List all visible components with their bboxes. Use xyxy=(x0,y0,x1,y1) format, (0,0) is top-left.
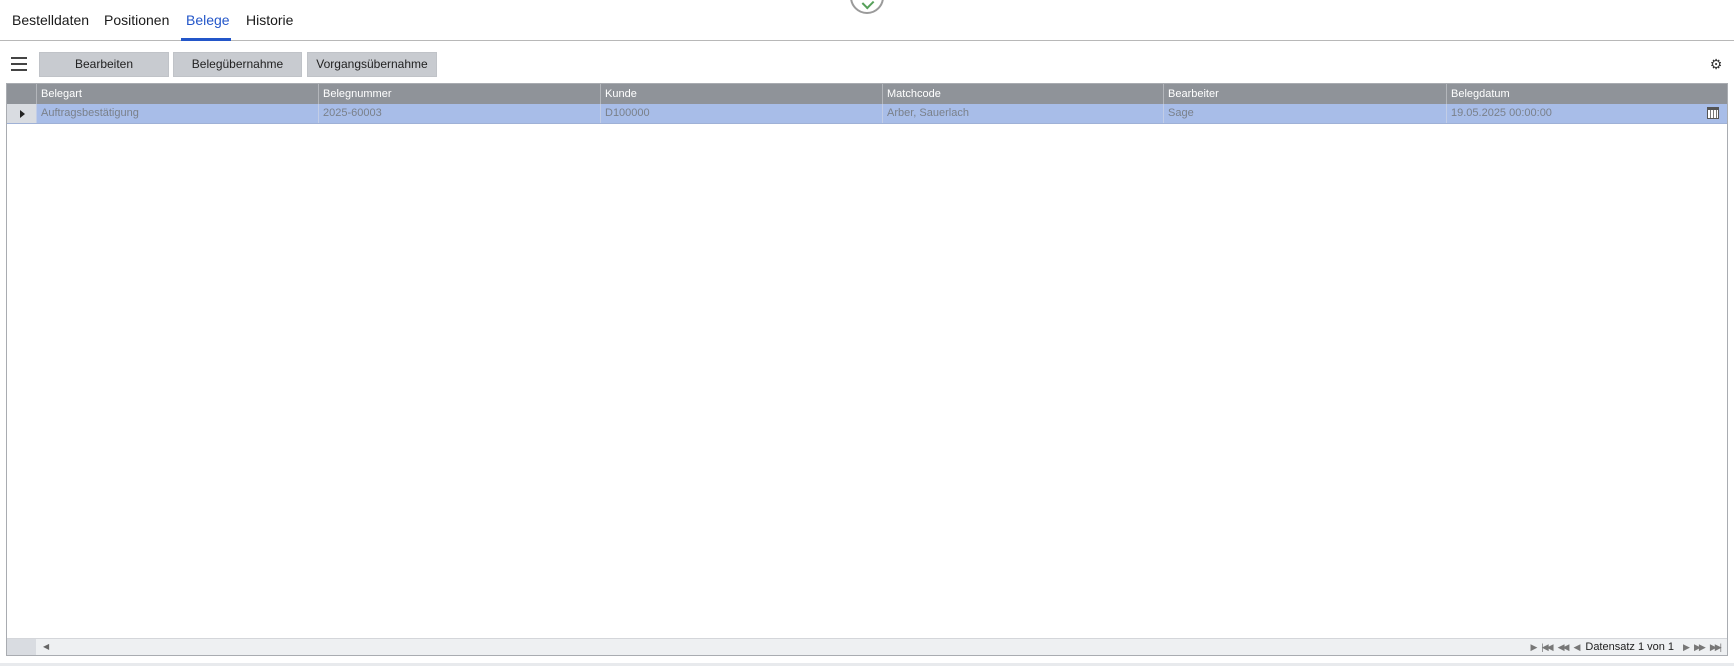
tab-bestelldaten[interactable]: Bestelldaten xyxy=(12,12,89,28)
column-header-bearbeiter[interactable]: Bearbeiter xyxy=(1163,84,1446,104)
cell-belegnummer: 2025-60003 xyxy=(318,104,600,123)
cell-matchcode: Arber, Sauerlach xyxy=(882,104,1163,123)
tab-historie[interactable]: Historie xyxy=(246,12,293,28)
column-header-belegart[interactable]: Belegart xyxy=(36,84,318,104)
scroll-left-icon[interactable]: ◀ xyxy=(43,641,53,653)
cell-bearbeiter: Sage xyxy=(1163,104,1446,123)
active-tab-indicator xyxy=(181,38,231,41)
pager-next-page-icon[interactable]: ▶▶ xyxy=(1694,642,1706,653)
pager-prev-icon[interactable]: ◀ xyxy=(1573,642,1580,653)
footer-corner xyxy=(7,639,36,655)
gear-icon[interactable]: ⚙ xyxy=(1708,56,1724,72)
tab-bar: Bestelldaten Positionen Belege Historie xyxy=(0,0,1734,41)
pager-next-icon[interactable]: ▶ xyxy=(1683,642,1690,653)
cell-belegart: Auftragsbestätigung xyxy=(36,104,318,123)
tab-positionen[interactable]: Positionen xyxy=(104,12,169,28)
cell-belegdatum: 19.05.2025 00:00:00 xyxy=(1446,104,1727,123)
process-takeover-button[interactable]: Vorgangsübernahme xyxy=(307,52,437,77)
pager: ▶ |◀◀ ◀◀ ◀ Datensatz 1 von 1 ▶ ▶▶ ▶▶| xyxy=(1528,639,1724,655)
hamburger-icon[interactable] xyxy=(11,57,27,71)
pager-prev-page-icon[interactable]: ◀◀ xyxy=(1558,642,1570,653)
column-header-kunde[interactable]: Kunde xyxy=(600,84,882,104)
table-row[interactable]: Auftragsbestätigung 2025-60003 D100000 A… xyxy=(7,104,1727,124)
documents-grid: Belegart Belegnummer Kunde Matchcode Bea… xyxy=(6,83,1728,656)
column-header-belegdatum[interactable]: Belegdatum xyxy=(1446,84,1727,104)
document-takeover-button[interactable]: Belegübernahme xyxy=(173,52,302,77)
pager-record-count: Datensatz 1 von 1 xyxy=(1585,641,1675,653)
grid-footer: ◀ ▶ |◀◀ ◀◀ ◀ Datensatz 1 von 1 ▶ ▶▶ ▶▶| xyxy=(7,638,1727,655)
column-header-matchcode[interactable]: Matchcode xyxy=(882,84,1163,104)
row-selector-arrow-icon[interactable] xyxy=(7,104,36,123)
pager-play-icon[interactable]: ▶ xyxy=(1531,642,1538,653)
tab-belege[interactable]: Belege xyxy=(186,12,230,28)
pager-last-icon[interactable]: ▶▶| xyxy=(1710,642,1722,653)
grid-header: Belegart Belegnummer Kunde Matchcode Bea… xyxy=(7,84,1727,104)
column-header-belegnummer[interactable]: Belegnummer xyxy=(318,84,600,104)
pager-first-icon[interactable]: |◀◀ xyxy=(1541,642,1553,653)
cell-kunde: D100000 xyxy=(600,104,882,123)
calendar-icon[interactable] xyxy=(1707,107,1719,119)
edit-button[interactable]: Bearbeiten xyxy=(39,52,169,77)
